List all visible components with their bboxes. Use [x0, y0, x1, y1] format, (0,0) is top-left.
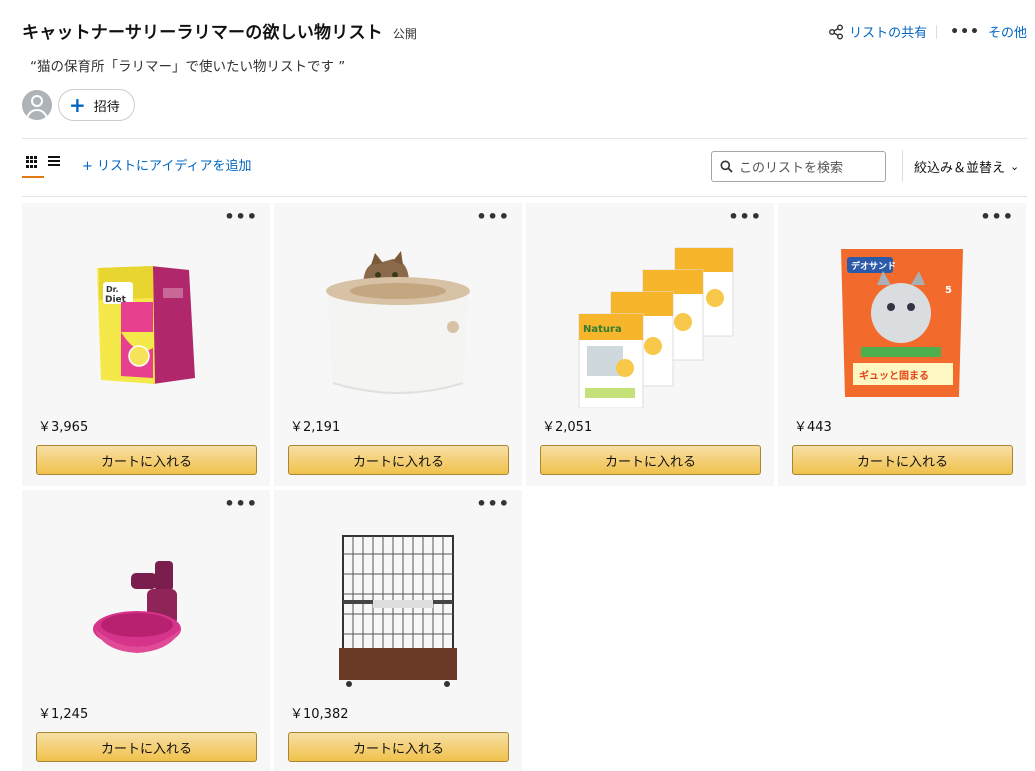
item-menu-icon[interactable]: •••	[224, 494, 258, 513]
item-price: ￥2,191	[290, 420, 341, 435]
add-idea-link[interactable]: + リストにアイディアを追加	[82, 155, 251, 174]
search-input[interactable]: このリストを検索	[711, 151, 886, 182]
svg-text:Dr.: Dr.	[106, 285, 118, 294]
cat-food-bag-image: Dr. Diet	[97, 266, 195, 384]
svg-text:ギュッと固まる: ギュッと固まる	[859, 369, 929, 382]
list-description: “猫の保育所「ラリマー」で使いたい物リストです ”	[30, 59, 346, 75]
share-icon	[829, 24, 844, 39]
product-image[interactable]	[274, 233, 522, 413]
share-list-link[interactable]: リストの共有	[828, 22, 927, 41]
add-to-cart-button[interactable]: カートに入れる	[288, 732, 509, 762]
pet-water-bowl-image	[93, 561, 181, 653]
product-image[interactable]: Dr. Diet	[22, 233, 270, 413]
product-card[interactable]: ••• ￥10,382 カートに入れる	[274, 490, 522, 771]
product-card[interactable]: ••• ￥2,191 カートに入れる	[274, 203, 522, 486]
item-menu-icon[interactable]: •••	[728, 207, 762, 226]
item-menu-icon[interactable]: •••	[980, 207, 1014, 226]
natura-cat-litter-image: Natura	[578, 247, 734, 408]
filter-sort-dropdown[interactable]: 絞込み＆並替え ⌄	[902, 150, 1019, 182]
plus-icon: +	[69, 93, 86, 117]
more-menu[interactable]: ••• その他	[950, 22, 1027, 42]
add-to-cart-button[interactable]: カートに入れる	[36, 732, 257, 762]
svg-text:Natura: Natura	[583, 324, 622, 335]
product-card[interactable]: ••• Dr. Diet ￥3,965 カートに入れる	[22, 203, 270, 486]
share-label: リストの共有	[849, 26, 928, 41]
more-label: その他	[987, 26, 1027, 41]
add-to-cart-button[interactable]: カートに入れる	[36, 445, 257, 475]
item-price: ￥2,051	[542, 420, 593, 435]
item-price: ￥3,965	[38, 420, 89, 435]
list-view-icon[interactable]	[48, 156, 60, 167]
svg-text:デオサンド: デオサンド	[851, 260, 896, 272]
chevron-down-icon: ⌄	[1010, 159, 1020, 173]
add-to-cart-button[interactable]: カートに入れる	[792, 445, 1013, 475]
product-card[interactable]: ••• デオサンド ギュッと固まる 5 ￥443 カートに入れる	[778, 203, 1026, 486]
avatar[interactable]	[22, 90, 52, 120]
list-toolbar: + リストにアイディアを追加 このリストを検索 絞込み＆並替え ⌄	[22, 150, 1027, 196]
item-price: ￥443	[794, 420, 832, 435]
cat-cage-image	[339, 535, 457, 687]
visibility-badge[interactable]: 公開	[393, 25, 417, 42]
grid-icon	[26, 156, 38, 168]
more-dots-icon: •••	[950, 23, 980, 40]
item-price: ￥10,382	[290, 707, 349, 722]
cat-litter-box-image	[326, 251, 470, 394]
filter-label: 絞込み＆並替え	[914, 160, 1006, 176]
divider	[936, 24, 938, 39]
product-card[interactable]: ••• ￥1,245 カートに入れる	[22, 490, 270, 771]
search-placeholder: このリストを検索	[739, 161, 844, 176]
item-price: ￥1,245	[38, 707, 89, 722]
active-view-indicator	[22, 176, 44, 178]
grid-view-toggle[interactable]	[22, 150, 44, 180]
add-to-cart-button[interactable]: カートに入れる	[540, 445, 761, 475]
item-menu-icon[interactable]: •••	[476, 207, 510, 226]
item-menu-icon[interactable]: •••	[476, 494, 510, 513]
product-image[interactable]	[274, 520, 522, 700]
svg-text:5: 5	[945, 285, 952, 296]
divider	[22, 138, 1027, 139]
product-image[interactable]	[22, 520, 270, 700]
invite-button[interactable]: + 招待	[58, 89, 135, 121]
product-card[interactable]: ••• Natura ￥2,051 カートに入れる	[526, 203, 774, 486]
divider	[22, 196, 1027, 197]
product-image[interactable]: デオサンド ギュッと固まる 5	[778, 233, 1026, 413]
invite-label: 招待	[93, 99, 120, 115]
product-image[interactable]: Natura	[526, 233, 774, 413]
deo-sand-litter-image: デオサンド ギュッと固まる 5	[841, 249, 963, 397]
add-to-cart-button[interactable]: カートに入れる	[288, 445, 509, 475]
item-menu-icon[interactable]: •••	[224, 207, 258, 226]
search-icon	[720, 160, 733, 173]
list-title: キャットナーサリーラリマーの欲しい物リスト	[22, 23, 383, 43]
